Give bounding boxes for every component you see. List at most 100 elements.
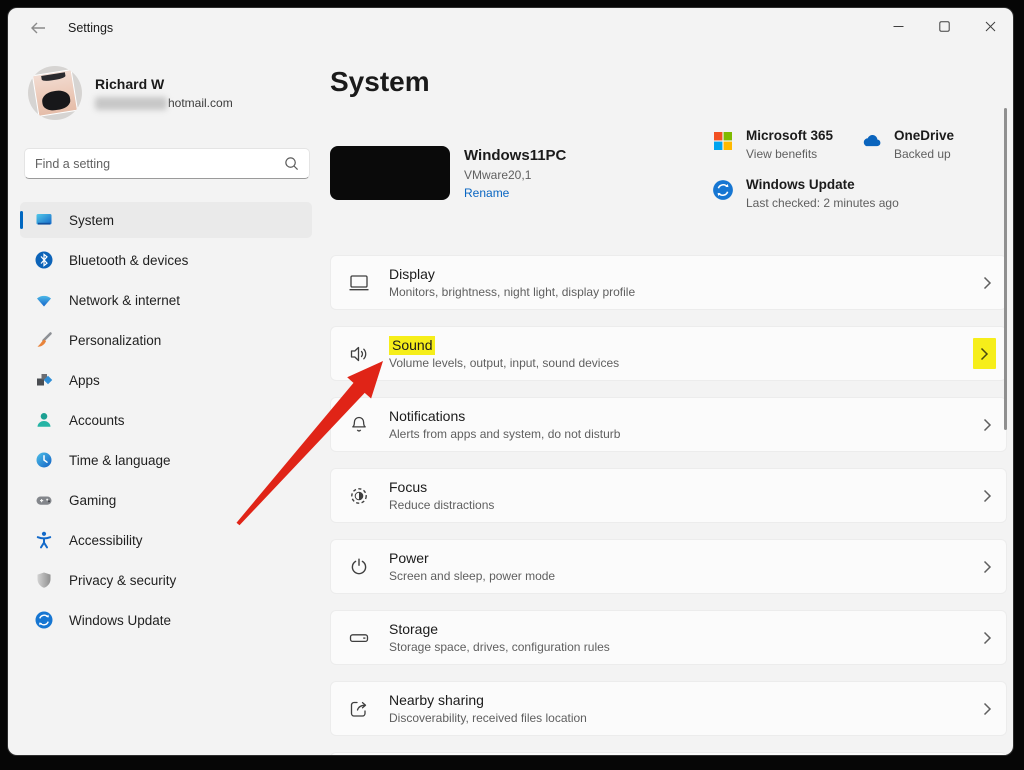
device-header: Windows11PC VMware20,1 Rename xyxy=(330,146,566,200)
maximize-button[interactable] xyxy=(921,8,967,44)
card-subtitle: Discoverability, received files location xyxy=(389,711,587,725)
back-button[interactable] xyxy=(22,16,54,40)
page-title: System xyxy=(330,66,430,97)
tile-title: Windows Update xyxy=(746,177,855,192)
sidebar-item-label: Apps xyxy=(69,372,100,388)
back-arrow-icon xyxy=(31,22,45,34)
sidebar-item-system[interactable]: System xyxy=(20,202,312,238)
main-content: System Windows11PC VMware20,1 Rename Mic… xyxy=(318,48,1013,755)
selection-indicator xyxy=(20,211,23,229)
chevron-right-icon xyxy=(983,489,992,503)
chevron-right-icon xyxy=(983,418,992,432)
sidebar-item-windows-update[interactable]: Windows Update xyxy=(20,602,312,638)
card-subtitle: Volume levels, output, input, sound devi… xyxy=(389,356,620,370)
card-focus[interactable]: Focus Reduce distractions xyxy=(330,468,1007,523)
accessibility-icon xyxy=(34,530,54,550)
device-name: Windows11PC xyxy=(464,147,567,164)
card-subtitle: Storage space, drives, configuration rul… xyxy=(389,640,610,654)
sidebar-item-label: Windows Update xyxy=(69,612,172,628)
card-title: Notifications xyxy=(389,408,466,424)
sidebar-item-label: Gaming xyxy=(69,492,117,508)
card-notifications[interactable]: Notifications Alerts from apps and syste… xyxy=(330,397,1007,452)
card-subtitle: Reduce distractions xyxy=(389,498,495,512)
card-sound[interactable]: Sound Volume levels, output, input, soun… xyxy=(330,326,1007,381)
search-box[interactable] xyxy=(24,148,310,179)
tile-title: Microsoft 365 xyxy=(746,128,834,143)
sidebar-item-gaming[interactable]: Gaming xyxy=(20,482,312,518)
device-model: VMware20,1 xyxy=(464,168,532,182)
window-title: Settings xyxy=(68,21,114,35)
minimize-icon xyxy=(893,25,903,27)
nearby-sharing-icon xyxy=(350,701,367,717)
scrollbar-thumb[interactable] xyxy=(1004,108,1007,430)
sidebar-item-label: Network & internet xyxy=(69,292,181,308)
sidebar-item-label: Time & language xyxy=(69,452,171,468)
device-info: Windows11PC VMware20,1 Rename xyxy=(464,146,566,200)
chevron-right-icon-highlighted xyxy=(973,338,996,369)
tile-subtitle: View benefits xyxy=(746,147,818,161)
account-profile[interactable]: Richard W hotmail.com xyxy=(28,66,233,120)
card-title: Storage xyxy=(389,621,439,637)
sidebar-item-apps[interactable]: Apps xyxy=(20,362,312,398)
focus-icon xyxy=(351,487,367,504)
maximize-icon xyxy=(938,20,950,32)
card-title: Power xyxy=(389,550,429,566)
avatar-photo xyxy=(31,69,79,117)
sound-icon xyxy=(350,346,367,361)
sidebar-item-privacy-security[interactable]: Privacy & security xyxy=(20,562,312,598)
card-storage[interactable]: Storage Storage space, drives, configura… xyxy=(330,610,1007,665)
sidebar-item-label: Privacy & security xyxy=(69,572,177,588)
card-power[interactable]: Power Screen and sleep, power mode xyxy=(330,539,1007,594)
privacy-security-icon xyxy=(34,570,54,590)
sidebar-item-personalization[interactable]: Personalization xyxy=(20,322,312,358)
power-icon xyxy=(351,558,367,574)
minimize-button[interactable] xyxy=(875,8,921,44)
storage-icon xyxy=(349,633,369,642)
card-title: Display xyxy=(389,266,435,282)
card-title: Nearby sharing xyxy=(389,692,484,708)
close-button[interactable] xyxy=(967,8,1013,44)
avatar xyxy=(28,66,82,120)
card-nearby-sharing[interactable]: Nearby sharing Discoverability, received… xyxy=(330,681,1007,736)
tile-subtitle: Last checked: 2 minutes ago xyxy=(746,196,899,210)
apps-icon xyxy=(34,370,54,390)
windows-update-icon xyxy=(34,610,54,630)
chevron-right-icon xyxy=(983,560,992,574)
accounts-icon xyxy=(34,410,54,430)
bluetooth-icon xyxy=(34,250,54,270)
sidebar-item-label: Accessibility xyxy=(69,532,143,548)
sidebar-item-label: Accounts xyxy=(69,412,125,428)
email-domain: hotmail.com xyxy=(168,96,233,110)
card-subtitle: Alerts from apps and system, do not dist… xyxy=(389,427,621,441)
onedrive-tile[interactable]: OneDrive Backed up xyxy=(860,128,1013,161)
search-input[interactable] xyxy=(35,156,284,171)
gaming-icon xyxy=(34,490,54,510)
personalization-icon xyxy=(34,330,54,350)
sidebar-item-accessibility[interactable]: Accessibility xyxy=(20,522,312,558)
sidebar-item-network-internet[interactable]: Network & internet xyxy=(20,282,312,318)
sidebar-item-time-language[interactable]: Time & language xyxy=(20,442,312,478)
microsoft-365-tile[interactable]: Microsoft 365 View benefits xyxy=(712,128,860,161)
sound-highlight: Sound xyxy=(389,336,436,355)
system-icon xyxy=(34,210,54,230)
chevron-right-icon xyxy=(983,276,992,290)
settings-card-list: Display Monitors, brightness, night ligh… xyxy=(330,255,1007,755)
sidebar-item-bluetooth-devices[interactable]: Bluetooth & devices xyxy=(20,242,312,278)
redacted-email-blur xyxy=(95,96,167,110)
tile-title: OneDrive xyxy=(894,128,955,143)
status-area: Microsoft 365 View benefits OneDrive Bac… xyxy=(712,128,1013,210)
tile-subtitle: Backed up xyxy=(894,147,951,161)
profile-text: Richard W hotmail.com xyxy=(95,76,233,110)
rename-link[interactable]: Rename xyxy=(464,186,566,200)
windows-update-tile[interactable]: Windows Update Last checked: 2 minutes a… xyxy=(712,177,1013,210)
card-display[interactable]: Display Monitors, brightness, night ligh… xyxy=(330,255,1007,310)
microsoft-365-icon xyxy=(712,130,734,152)
sidebar-item-accounts[interactable]: Accounts xyxy=(20,402,312,438)
onedrive-icon xyxy=(860,130,882,152)
chevron-right-icon xyxy=(983,702,992,716)
windows-update-icon xyxy=(712,179,734,201)
sidebar-item-label: Personalization xyxy=(69,332,162,348)
chevron-right-icon xyxy=(983,631,992,645)
device-thumbnail-redacted xyxy=(330,146,450,200)
window-controls xyxy=(875,8,1013,44)
